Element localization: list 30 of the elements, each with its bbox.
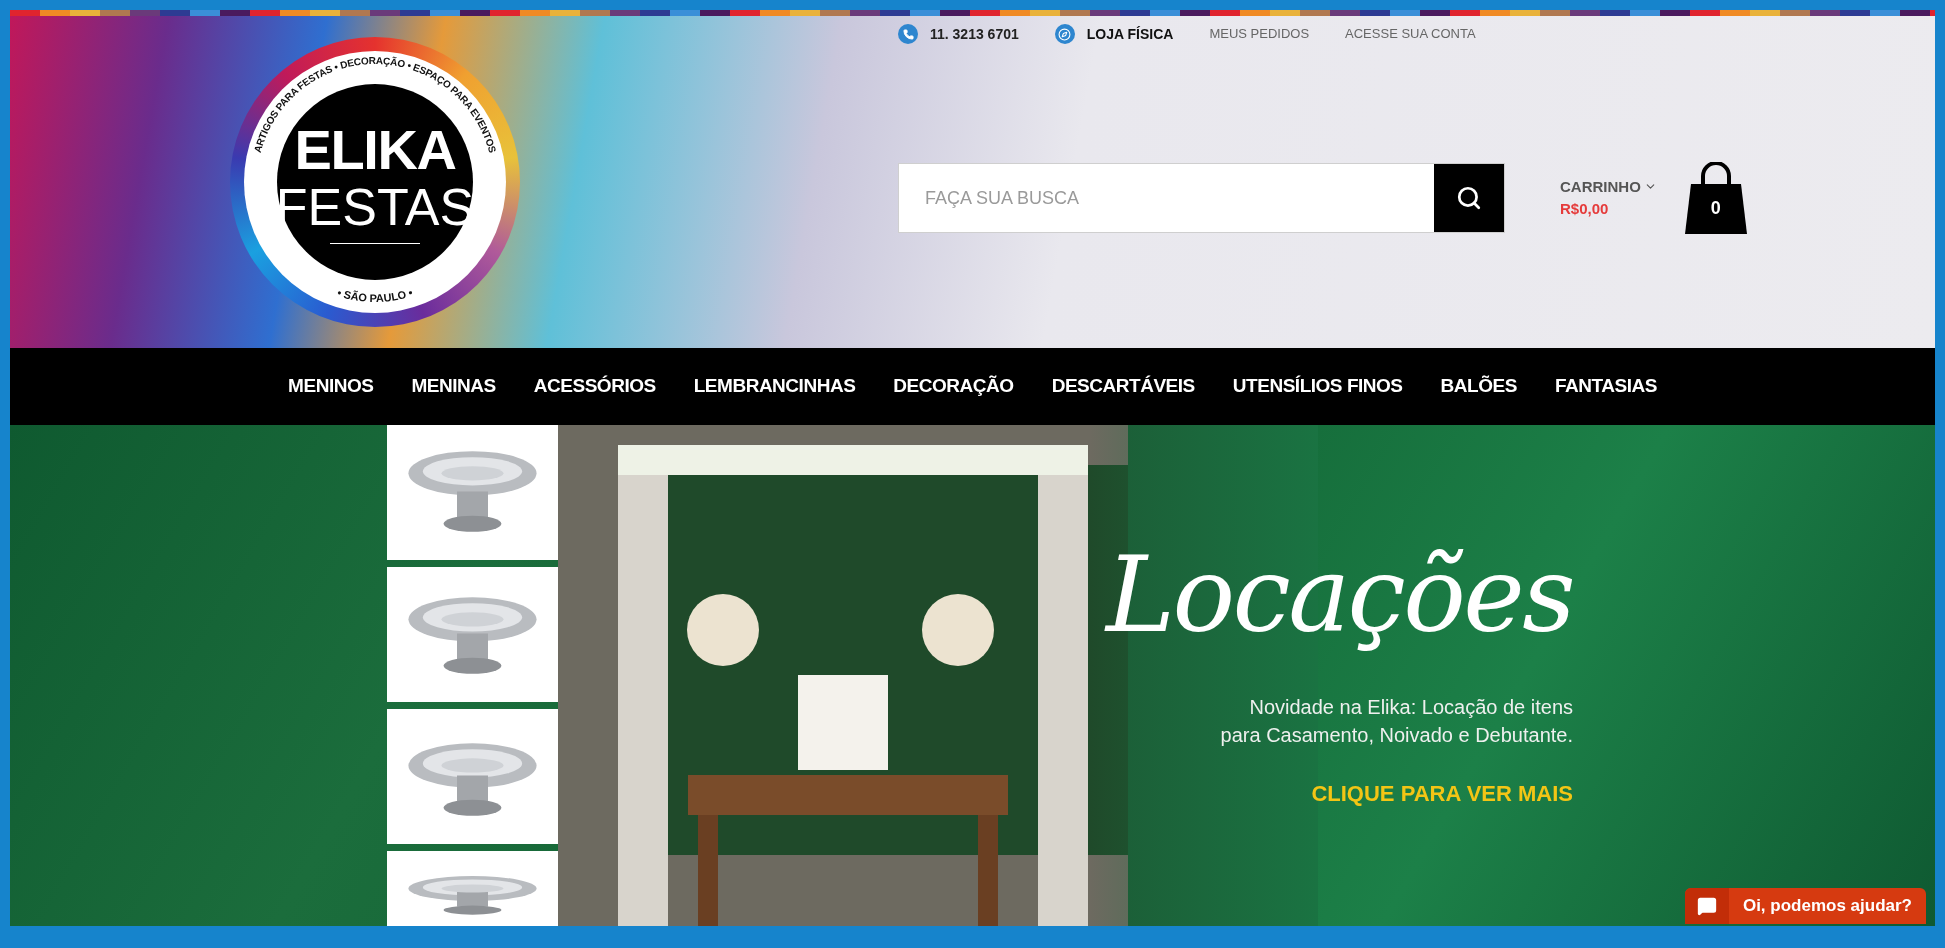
- phone-icon: [898, 24, 918, 44]
- banner[interactable]: Locações Novidade na Elika: Locação de itens para Casamento, Noivado e Debutante. CLIQUE PARA VER MAIS Oi, podemos ajudar?: [10, 425, 1935, 926]
- banner-title: Locações: [1106, 535, 1573, 655]
- nav-link[interactable]: BALÕES: [1440, 372, 1517, 401]
- banner-text: Novidade na Elika: Locação de itens para Casamento, Noivado e Debutante.: [1220, 695, 1573, 748]
- account-link[interactable]: ACESSE SUA CONTA: [1345, 24, 1476, 44]
- cart-total: R$0,00: [1560, 199, 1610, 219]
- store-link[interactable]: LOJA FÍSICA: [1086, 23, 1174, 45]
- cart-dropdown[interactable]: CARRINHO: [1560, 175, 1657, 198]
- nav-link[interactable]: DECORAÇÃO: [893, 372, 1014, 401]
- logo-wordmark: FESTAS: [275, 178, 475, 235]
- cart-button[interactable]: 0: [1682, 162, 1749, 234]
- shopping-bag-icon: [1682, 162, 1749, 234]
- search-icon: [1456, 185, 1482, 211]
- nav-link[interactable]: DESCARTÁVEIS: [1051, 372, 1195, 401]
- compass-icon: [1054, 24, 1075, 44]
- nav-link[interactable]: ACESSÓRIOS: [533, 372, 656, 401]
- nav-link[interactable]: MENINAS: [411, 372, 496, 401]
- logo-wordmark: ELIKA: [294, 120, 456, 179]
- logo-location: • SÃO PAULO •: [335, 286, 415, 305]
- account-link[interactable]: MEUS PEDIDOS: [1209, 24, 1310, 44]
- cart-count: 0: [1710, 197, 1721, 218]
- chat-button[interactable]: Oi, podemos ajudar?: [1684, 888, 1926, 924]
- nav-link[interactable]: MENINOS: [288, 372, 374, 401]
- nav-link[interactable]: FANTASIAS: [1554, 372, 1657, 401]
- chat-bubble-icon: [1684, 888, 1729, 924]
- search-button[interactable]: [1434, 164, 1504, 232]
- nav-link[interactable]: LEMBRANCINHAS: [693, 372, 856, 401]
- phone-number: 11. 3213 6701: [930, 24, 1019, 44]
- nav-link[interactable]: UTENSÍLIOS FINOS: [1232, 372, 1403, 401]
